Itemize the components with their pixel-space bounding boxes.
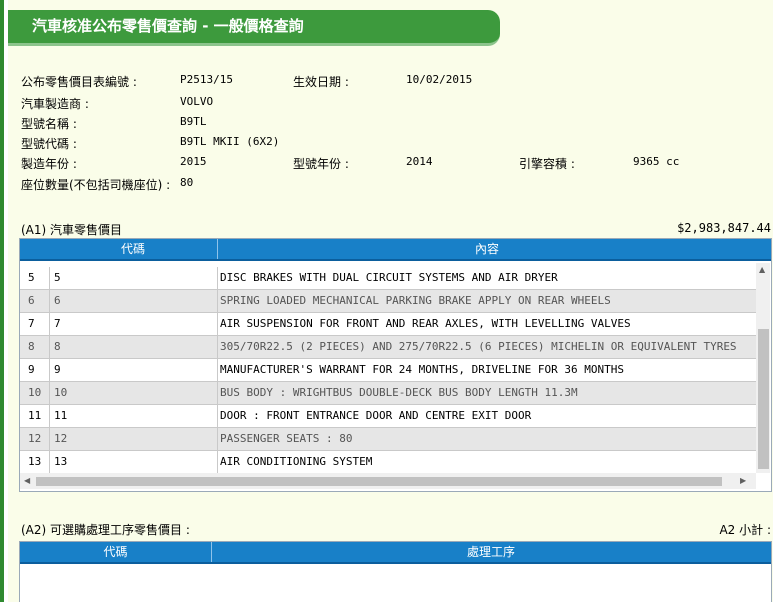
a2-grid-header: 代碼 處理工序 <box>20 542 771 564</box>
table-row[interactable]: 10 10 BUS BODY : WRIGHTBUS DOUBLE-DECK B… <box>20 382 756 405</box>
row-code: 13 <box>49 451 219 473</box>
table-row[interactable]: 9 9 MANUFACTURER'S WARRANT FOR 24 MONTHS… <box>20 359 756 382</box>
horizontal-scrollbar[interactable]: ◀ ▶ <box>20 473 756 489</box>
a1-col-code-header[interactable]: 代碼 <box>49 239 217 259</box>
row-content: 305/70R22.5 (2 PIECES) AND 275/70R22.5 (… <box>217 336 755 358</box>
a1-col-content-header[interactable]: 內容 <box>217 239 757 259</box>
row-number: 13 <box>28 455 42 468</box>
table-row[interactable]: 13 13 AIR CONDITIONING SYSTEM <box>20 451 756 474</box>
row-code: 5 <box>49 267 219 289</box>
row-code: 11 <box>49 405 219 427</box>
table-row[interactable]: 11 11 DOOR : FRONT ENTRANCE DOOR AND CEN… <box>20 405 756 428</box>
table-row[interactable]: 5 5 DISC BRAKES WITH DUAL CIRCUIT SYSTEM… <box>20 267 756 290</box>
row-number: 11 <box>28 409 42 422</box>
a1-total: $2,983,847.44 <box>677 221 771 235</box>
engine-value: 9365 cc <box>633 155 680 168</box>
seats-label: 座位數量(不包括司機座位) : <box>21 178 171 192</box>
seats-value: 80 <box>180 176 194 189</box>
row-content: AIR CONDITIONING SYSTEM <box>217 451 755 473</box>
model-name-label: 型號名稱 : <box>21 117 77 131</box>
row-number: 6 <box>28 294 35 307</box>
year-made-label: 製造年份 : <box>21 157 77 171</box>
list-no-value: P2513/15 <box>180 73 233 86</box>
scroll-up-arrow-icon[interactable]: ▲ <box>759 265 765 274</box>
vertical-scroll-thumb[interactable] <box>758 329 769 469</box>
row-code: 8 <box>49 336 219 358</box>
table-row[interactable]: 8 8 305/70R22.5 (2 PIECES) AND 275/70R22… <box>20 336 756 359</box>
row-code: 10 <box>49 382 219 404</box>
model-year-value: 2014 <box>406 155 433 168</box>
table-row[interactable]: 7 7 AIR SUSPENSION FOR FRONT AND REAR AX… <box>20 313 756 336</box>
row-number: 12 <box>28 432 42 445</box>
a2-col-code-header[interactable]: 代碼 <box>20 542 211 562</box>
row-number: 10 <box>28 386 42 399</box>
row-number: 9 <box>28 363 35 376</box>
page-title: 汽車核准公布零售價查詢 - 一般價格查詢 <box>8 10 500 46</box>
row-content: AIR SUSPENSION FOR FRONT AND REAR AXLES,… <box>217 313 755 335</box>
row-number: 7 <box>28 317 35 330</box>
page-content: 汽車核准公布零售價查詢 - 一般價格查詢 公布零售價目表編號 : P2513/1… <box>8 0 773 602</box>
a2-section-label: (A2) 可選購處理工序零售價目 : <box>21 523 190 537</box>
a2-grid: 代碼 處理工序 <box>19 541 772 602</box>
row-code: 12 <box>49 428 219 450</box>
row-code: 9 <box>49 359 219 381</box>
row-code: 7 <box>49 313 219 335</box>
engine-label: 引擎容積 : <box>519 157 575 171</box>
row-content: BUS BODY : WRIGHTBUS DOUBLE-DECK BUS BOD… <box>217 382 755 404</box>
model-year-label: 型號年份 : <box>293 157 349 171</box>
list-no-label: 公布零售價目表編號 : <box>21 75 137 89</box>
table-row[interactable]: 6 6 SPRING LOADED MECHANICAL PARKING BRA… <box>20 290 756 313</box>
row-code: 6 <box>49 290 219 312</box>
left-border <box>0 0 4 602</box>
maker-label: 汽車製造商 : <box>21 97 89 111</box>
table-row[interactable]: 12 12 PASSENGER SEATS : 80 <box>20 428 756 451</box>
effective-date-value: 10/02/2015 <box>406 73 473 86</box>
row-number: 5 <box>28 271 35 284</box>
row-content: DOOR : FRONT ENTRANCE DOOR AND CENTRE EX… <box>217 405 755 427</box>
row-content: MANUFACTURER'S WARRANT FOR 24 MONTHS, DR… <box>217 359 755 381</box>
row-content: SPRING LOADED MECHANICAL PARKING BRAKE A… <box>217 290 755 312</box>
row-content: PASSENGER SEATS : 80 <box>217 428 755 450</box>
a1-grid-header: 代碼 內容 <box>20 239 771 261</box>
model-code-value: B9TL MKII (6X2) <box>180 135 280 148</box>
maker-value: VOLVO <box>180 95 214 108</box>
row-content: DISC BRAKES WITH DUAL CIRCUIT SYSTEMS AN… <box>217 267 755 289</box>
a1-grid: 代碼 內容 5 5 DISC BRAKES WITH DUAL CIRCUIT … <box>19 238 772 492</box>
year-made-value: 2015 <box>180 155 207 168</box>
horizontal-scroll-thumb[interactable] <box>36 477 722 486</box>
model-name-value: B9TL <box>180 115 207 128</box>
model-code-label: 型號代碼 : <box>21 137 77 151</box>
a1-section-label: (A1) 汽車零售價目 <box>21 223 123 237</box>
vertical-scrollbar[interactable]: ▲ <box>756 263 770 473</box>
row-number: 8 <box>28 340 35 353</box>
scroll-left-arrow-icon[interactable]: ◀ <box>24 476 30 485</box>
effective-date-label: 生效日期 : <box>293 75 349 89</box>
a2-subtotal-label: A2 小計 : <box>719 523 771 537</box>
a2-col-process-header[interactable]: 處理工序 <box>211 542 771 562</box>
scroll-right-arrow-icon[interactable]: ▶ <box>740 476 746 485</box>
